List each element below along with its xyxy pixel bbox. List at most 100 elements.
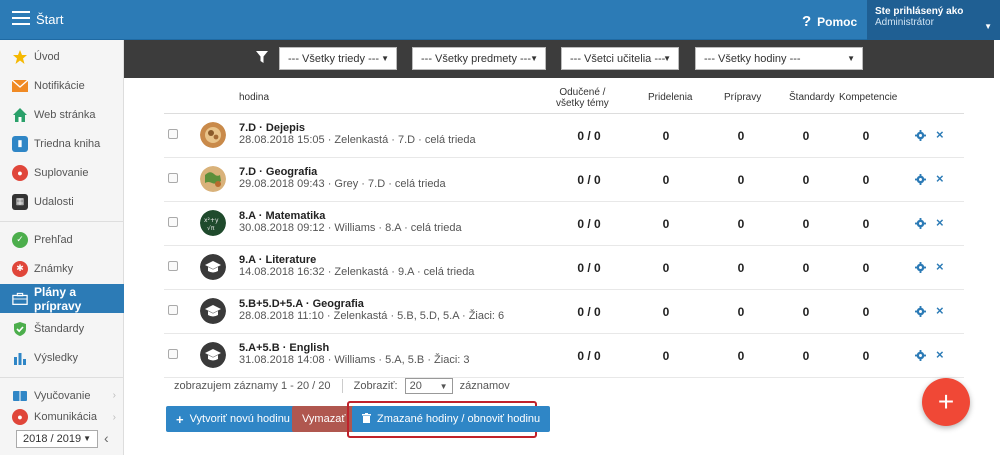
gear-icon[interactable] <box>915 174 926 185</box>
lesson-title[interactable]: 8.A · Matematika <box>239 210 325 222</box>
delete-icon[interactable]: × <box>936 171 944 186</box>
standards-value: 0 <box>802 217 810 231</box>
sidebar-item-notifikacie[interactable]: Notifikácie <box>0 71 124 100</box>
table-row[interactable]: 5.A+5.B · English 31.08.2018 14:08 · Wil… <box>164 334 964 378</box>
lesson-title[interactable]: 5.B+5.D+5.A · Geografia <box>239 298 364 310</box>
help-label: Pomoc <box>817 15 858 29</box>
row-checkbox[interactable] <box>168 217 178 227</box>
table-row[interactable]: 7.D · Dejepis 28.08.2018 15:05 · Zelenka… <box>164 114 964 158</box>
sidebar-item-vyucovanie[interactable]: Vyučovanie › <box>0 381 124 410</box>
column-taught-line2: všetky témy <box>556 98 609 109</box>
taught-value: 0 / 0 <box>577 129 601 143</box>
gear-icon[interactable] <box>915 350 926 361</box>
row-checkbox[interactable] <box>168 129 178 139</box>
row-checkbox[interactable] <box>168 305 178 315</box>
delete-icon[interactable]: × <box>936 303 944 318</box>
per-page-select[interactable]: 20 ▼ <box>404 378 453 394</box>
row-checkbox[interactable] <box>168 173 178 183</box>
create-lesson-button[interactable]: + Vytvoriť novú hodinu <box>166 406 300 432</box>
gear-icon[interactable] <box>915 218 926 229</box>
sidebar-item-standardy[interactable]: Štandardy <box>0 314 124 343</box>
home-icon <box>12 107 28 123</box>
sidebar-divider <box>0 221 124 222</box>
book-icon: ▮ <box>12 135 28 152</box>
lesson-title[interactable]: 5.A+5.B · English <box>239 342 329 354</box>
records-summary: zobrazujem záznamy 1 - 20 / 20 <box>174 379 331 392</box>
sidebar-item-plany-a-pripravy[interactable]: Plány a prípravy <box>0 284 124 313</box>
table-row[interactable]: x²+y √π 8.A · Matematika 30.08.2018 09:12… <box>164 202 964 246</box>
column-taught-line1: Odučené / <box>559 87 606 98</box>
preparations-value: 0 <box>737 129 745 143</box>
sidebar-item-label: Web stránka <box>34 108 96 121</box>
lesson-subtitle: 29.08.2018 09:43 · Grey · 7.D · celá tri… <box>239 178 446 190</box>
assignments-value: 0 <box>662 129 670 143</box>
row-checkbox[interactable] <box>168 261 178 271</box>
lesson-title[interactable]: 7.D · Geografia <box>239 166 317 178</box>
school-year-select[interactable]: 2018 / 2019 ▼ <box>16 430 98 448</box>
caret-down-icon: ▼ <box>847 54 855 63</box>
lesson-subtitle: 28.08.2018 15:05 · Zelenkastá · 7.D · ce… <box>239 134 476 146</box>
geography-avatar <box>200 166 226 192</box>
help-button[interactable]: ? Pomoc <box>802 13 857 30</box>
user-label: Ste prihlásený ako <box>875 6 964 17</box>
table-row[interactable]: 5.B+5.D+5.A · Geografia 28.08.2018 11:10… <box>164 290 964 334</box>
table-row[interactable]: 9.A · Literature 14.08.2018 16:32 · Zele… <box>164 246 964 290</box>
column-preparations: Prípravy <box>724 92 762 103</box>
taught-value: 0 / 0 <box>577 305 601 319</box>
class-filter-select[interactable]: --- Všetky triedy --- ▼ <box>279 47 397 70</box>
add-fab-button[interactable]: + <box>922 378 970 426</box>
standards-value: 0 <box>802 349 810 363</box>
lesson-title[interactable]: 9.A · Literature <box>239 254 316 266</box>
sidebar-item-web-stranka[interactable]: Web stránka <box>0 100 124 129</box>
column-taught: Odučené / všetky témy <box>556 87 609 109</box>
preparations-value: 0 <box>737 261 745 275</box>
lesson-subtitle: 14.08.2018 16:32 · Zelenkastá · 9.A · ce… <box>239 266 475 278</box>
caret-down-icon: ▼ <box>381 54 389 63</box>
sidebar-item-vysledky[interactable]: Výsledky <box>0 343 124 372</box>
gear-icon[interactable] <box>915 130 926 141</box>
lesson-subtitle: 31.08.2018 14:08 · Williams · 5.A, 5.B ·… <box>239 354 470 366</box>
sidebar-item-label: Triedna kniha <box>34 137 101 150</box>
table-row[interactable]: 7.D · Geografia 29.08.2018 09:43 · Grey … <box>164 158 964 202</box>
sidebar-item-komunikacia[interactable]: ● Komunikácia › <box>0 408 124 426</box>
sidebar-item-znamky[interactable]: ✱ Známky <box>0 254 124 283</box>
lesson-filter-select[interactable]: --- Všetky hodiny --- ▼ <box>695 47 863 70</box>
sidebar-item-uvod[interactable]: Úvod <box>0 42 124 71</box>
delete-button[interactable]: Vymazať <box>292 406 356 432</box>
standards-value: 0 <box>802 261 810 275</box>
sidebar-item-label: Úvod <box>34 50 60 63</box>
subject-filter-select[interactable]: --- Všetky predmety --- ▼ <box>412 47 546 70</box>
row-checkbox[interactable] <box>168 349 178 359</box>
delete-icon[interactable]: × <box>936 347 944 362</box>
column-assignments: Pridelenia <box>648 92 693 103</box>
deleted-lessons-label: Zmazané hodiny / obnoviť hodinu <box>377 413 541 425</box>
caret-down-icon: ▼ <box>663 54 671 63</box>
sidebar-item-prehlad[interactable]: ✓ Prehľad <box>0 225 124 254</box>
bar-chart-icon <box>12 350 28 366</box>
standards-value: 0 <box>802 129 810 143</box>
user-menu[interactable]: Ste prihlásený ako Administrátor ▼ <box>867 0 1000 40</box>
delete-icon[interactable]: × <box>936 215 944 230</box>
standards-value: 0 <box>802 173 810 187</box>
sidebar-item-label: Štandardy <box>34 322 85 335</box>
gear-icon[interactable] <box>915 306 926 317</box>
lesson-subtitle: 28.08.2018 11:10 · Zelenkastá · 5.B, 5.D… <box>239 310 505 322</box>
sidebar-item-suplovanie[interactable]: ● Suplovanie <box>0 158 124 187</box>
pagination: zobrazujem záznamy 1 - 20 / 20 Zobraziť:… <box>174 378 510 394</box>
delete-icon[interactable]: × <box>936 259 944 274</box>
lesson-title[interactable]: 7.D · Dejepis <box>239 122 305 134</box>
teacher-filter-select[interactable]: --- Všetci učitelia --- ▼ <box>561 47 679 70</box>
chevron-right-icon: › <box>112 411 116 423</box>
sidebar-item-triedna-kniha[interactable]: ▮ Triedna kniha <box>0 129 124 158</box>
deleted-lessons-button[interactable]: Zmazané hodiny / obnoviť hodinu <box>352 406 551 432</box>
assignments-value: 0 <box>662 173 670 187</box>
delete-icon[interactable]: × <box>936 127 944 142</box>
page-title: Štart <box>36 12 64 27</box>
sidebar-item-udalosti[interactable]: ▦ Udalosti <box>0 187 124 216</box>
sidebar-item-label: Vyučovanie <box>34 389 91 402</box>
chat-icon: ● <box>12 409 28 425</box>
sidebar-item-label: Prehľad <box>34 233 73 246</box>
collapse-sidebar-icon[interactable]: ‹ <box>104 430 118 448</box>
hamburger-menu-icon[interactable] <box>12 11 30 27</box>
gear-icon[interactable] <box>915 262 926 273</box>
